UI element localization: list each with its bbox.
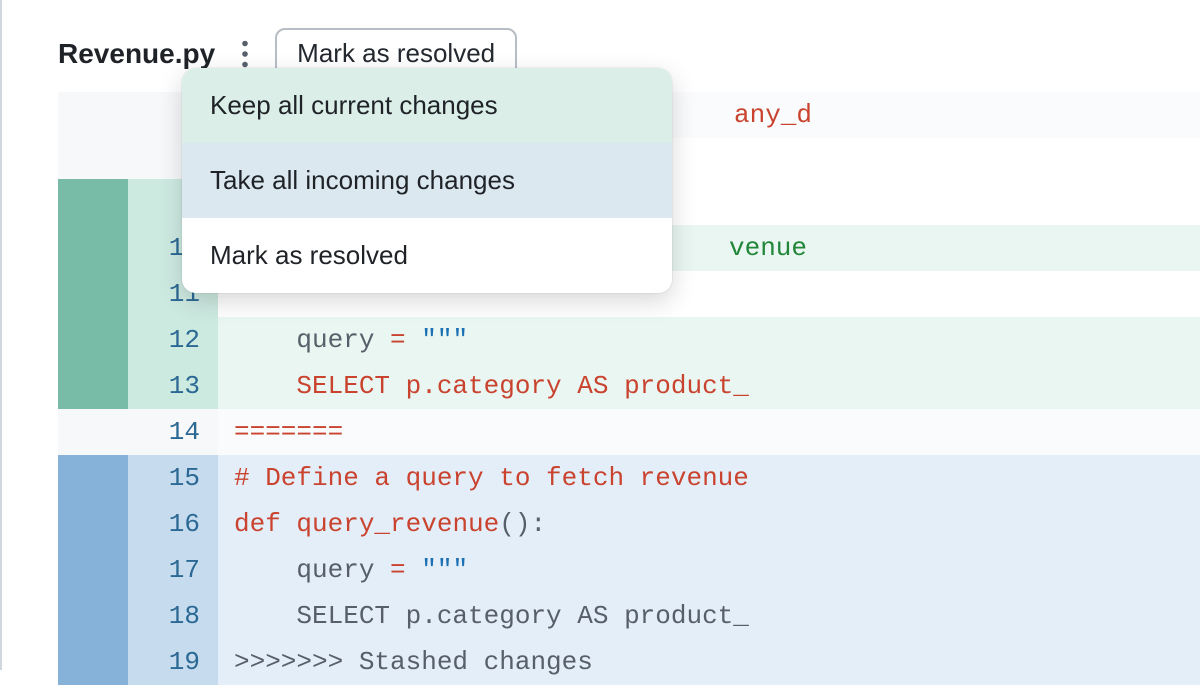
code-line: 13 SELECT p.category AS product_ (58, 363, 1200, 409)
line-number: 17 (128, 547, 218, 593)
code-text: SELECT p.category AS product_ (218, 593, 1200, 639)
code-text: >>>>>>> Stashed changes (218, 639, 1200, 685)
more-options-button[interactable] (231, 40, 259, 68)
code-line: 19>>>>>>> Stashed changes (58, 639, 1200, 685)
code-line: 12 query = """ (58, 317, 1200, 363)
code-text: ======= (218, 409, 1200, 455)
line-number: 12 (128, 317, 218, 363)
line-number: 15 (128, 455, 218, 501)
code-text: def query_revenue(): (218, 501, 1200, 547)
line-number: 19 (128, 639, 218, 685)
code-line: 17 query = """ (58, 547, 1200, 593)
code-line: 15# Define a query to fetch revenue (58, 455, 1200, 501)
line-number: 16 (128, 501, 218, 547)
code-text: SELECT p.category AS product_ (218, 363, 1200, 409)
code-text: query = """ (218, 547, 1200, 593)
line-number: 14 (128, 409, 218, 455)
dropdown-item-take-incoming[interactable]: Take all incoming changes (182, 143, 672, 218)
kebab-icon (241, 40, 249, 68)
code-line: 14======= (58, 409, 1200, 455)
dropdown-item-mark-resolved[interactable]: Mark as resolved (182, 218, 672, 293)
line-number: 18 (128, 593, 218, 639)
code-line: 18 SELECT p.category AS product_ (58, 593, 1200, 639)
line-number: 13 (128, 363, 218, 409)
conflict-actions-dropdown: Keep all current changes Take all incomi… (182, 68, 672, 293)
file-name: Revenue.py (58, 38, 215, 70)
dropdown-item-keep-current[interactable]: Keep all current changes (182, 68, 672, 143)
code-text: # Define a query to fetch revenue (218, 455, 1200, 501)
code-text: query = """ (218, 317, 1200, 363)
code-line: 16def query_revenue(): (58, 501, 1200, 547)
